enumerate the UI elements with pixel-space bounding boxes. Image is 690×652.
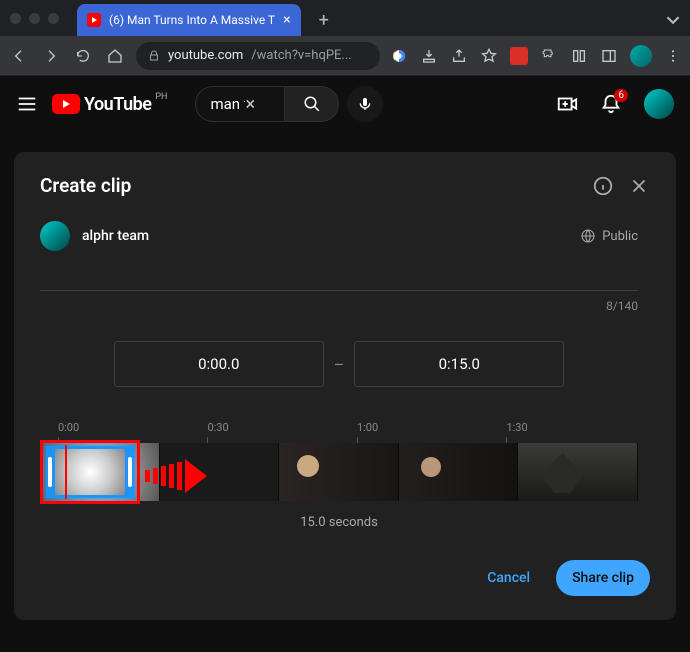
end-time-input[interactable]: 0:15.0 (354, 341, 564, 387)
url-path: /watch?v=hqPE... (251, 48, 351, 63)
tick-label: 0:30 (207, 421, 228, 434)
create-video-icon[interactable] (556, 93, 578, 115)
window-controls (10, 13, 59, 24)
globe-icon (580, 228, 596, 244)
timeline-thumbnail (518, 443, 638, 501)
reading-list-icon[interactable] (570, 47, 588, 65)
youtube-header: YouTube PH man tu × 6 (0, 76, 690, 132)
close-window-dot[interactable] (10, 13, 21, 24)
nav-reload-icon[interactable] (72, 48, 94, 64)
time-range-row: 0:00.0 – 0:15.0 (40, 341, 638, 387)
tick-label: 1:00 (357, 421, 378, 434)
tick-label: 0:00 (58, 421, 79, 434)
search-input[interactable]: man tu × (195, 86, 285, 122)
maximize-window-dot[interactable] (48, 13, 59, 24)
tab-close-icon[interactable]: × (283, 12, 290, 28)
share-clip-button[interactable]: Share clip (556, 560, 650, 596)
info-icon[interactable] (592, 175, 614, 197)
url-field[interactable]: youtube.com/watch?v=hqPE... (136, 42, 380, 70)
user-avatar[interactable] (644, 89, 674, 119)
browser-menu-icon[interactable] (664, 47, 682, 65)
notification-badge: 6 (614, 89, 628, 102)
nav-home-icon[interactable] (104, 48, 126, 64)
timeline-strip[interactable] (40, 443, 638, 501)
tick-label: 1:30 (506, 421, 527, 434)
selection-handle-left[interactable] (48, 457, 52, 487)
google-translate-icon[interactable] (390, 47, 408, 65)
search-button[interactable] (285, 86, 339, 122)
channel-avatar[interactable] (40, 221, 70, 251)
annotation-arrow (145, 459, 207, 493)
notifications-button[interactable]: 6 (600, 93, 622, 115)
share-icon[interactable] (450, 47, 468, 65)
youtube-play-icon (52, 94, 80, 114)
timeline-ticks: 0:00 0:30 1:00 1:30 (40, 421, 638, 435)
visibility-selector[interactable]: Public (580, 228, 638, 244)
tab-title: (6) Man Turns Into A Massive T (109, 13, 275, 27)
minimize-window-dot[interactable] (29, 13, 40, 24)
new-tab-button[interactable]: + (319, 10, 329, 31)
nav-forward-icon[interactable] (40, 48, 62, 64)
search-clear-icon[interactable]: × (245, 94, 280, 115)
browser-titlebar: (6) Man Turns Into A Massive T × + (0, 0, 690, 36)
extension-red-icon[interactable] (510, 47, 528, 65)
clip-duration: 15.0 seconds (40, 515, 638, 530)
url-host: youtube.com (168, 48, 243, 63)
time-separator: – (334, 355, 345, 374)
visibility-label: Public (602, 229, 638, 244)
voice-search-button[interactable] (347, 86, 383, 122)
youtube-logo[interactable]: YouTube PH (52, 94, 151, 115)
youtube-favicon (87, 13, 101, 27)
bookmark-star-icon[interactable] (480, 47, 498, 65)
close-icon[interactable] (628, 175, 650, 197)
user-row: alphr team Public (40, 215, 638, 269)
playhead[interactable] (65, 445, 67, 499)
panel-actions: Cancel Share clip (14, 560, 676, 596)
youtube-wordmark: YouTube (84, 94, 151, 115)
create-clip-panel: Create clip alphr team Public 8/140 0:00… (14, 152, 676, 620)
extensions-puzzle-icon[interactable] (540, 47, 558, 65)
browser-tab[interactable]: (6) Man Turns Into A Massive T × (77, 4, 301, 36)
channel-name: alphr team (82, 228, 568, 244)
hamburger-menu-icon[interactable] (16, 93, 38, 115)
search-value: man tu (210, 95, 245, 113)
nav-back-icon[interactable] (8, 48, 30, 64)
side-panel-icon[interactable] (600, 47, 618, 65)
timeline-thumbnail (279, 443, 399, 501)
tabs-dropdown-icon[interactable] (666, 13, 680, 27)
char-counter: 8/140 (40, 299, 638, 313)
timeline-thumbnail (399, 443, 519, 501)
clip-scroll-area[interactable]: alphr team Public 8/140 0:00.0 – 0:15.0 … (40, 215, 650, 530)
selection-handle-right[interactable] (128, 457, 132, 487)
clip-timeline[interactable]: 0:00 0:30 1:00 1:30 (40, 421, 638, 530)
search-icon (303, 95, 321, 113)
microphone-icon (357, 96, 373, 112)
panel-title: Create clip (40, 174, 578, 197)
country-code: PH (155, 92, 167, 102)
cancel-button[interactable]: Cancel (473, 560, 544, 596)
clip-title-input[interactable] (40, 269, 638, 291)
lock-icon (148, 50, 160, 62)
browser-address-bar: youtube.com/watch?v=hqPE... (0, 36, 690, 76)
profile-avatar[interactable] (630, 45, 652, 67)
clip-selection[interactable] (40, 440, 140, 504)
start-time-input[interactable]: 0:00.0 (114, 341, 324, 387)
install-app-icon[interactable] (420, 47, 438, 65)
